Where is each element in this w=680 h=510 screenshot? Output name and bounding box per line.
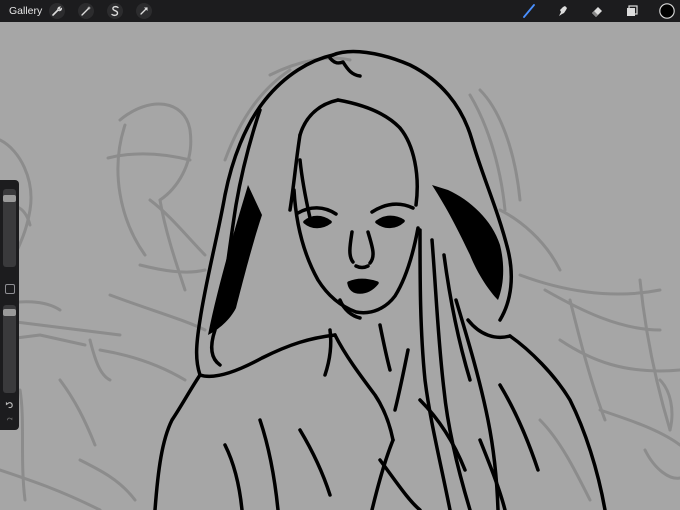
wrench-icon [52, 6, 63, 16]
layers-button[interactable] [624, 3, 640, 19]
sketch-layer [0, 56, 680, 510]
selection-button[interactable] [107, 3, 123, 19]
redo-button[interactable] [3, 414, 16, 424]
left-sidebar [0, 180, 19, 430]
adjustments-button[interactable] [78, 3, 94, 19]
gallery-button[interactable]: Gallery [9, 3, 42, 19]
color-swatch-icon [659, 3, 675, 19]
eraser-icon [592, 7, 602, 17]
smudge-tool-button[interactable] [555, 3, 571, 19]
opacity-slider[interactable] [3, 305, 16, 393]
drawing-canvas[interactable] [0, 22, 680, 510]
modify-button[interactable] [5, 284, 15, 294]
artwork [0, 49, 680, 510]
top-toolbar: Gallery [0, 0, 680, 22]
redo-icon [6, 416, 13, 420]
brush-size-slider[interactable] [3, 189, 16, 267]
arrow-cursor-icon [140, 7, 148, 15]
selection-s-icon [111, 5, 119, 17]
actions-button[interactable] [49, 3, 65, 19]
brush-icon [523, 4, 535, 18]
undo-icon [5, 401, 13, 408]
color-button[interactable] [659, 3, 675, 19]
opacity-thumb[interactable] [3, 309, 16, 316]
undo-button[interactable] [3, 398, 16, 410]
magic-wand-icon [81, 6, 91, 16]
eraser-tool-button[interactable] [589, 3, 605, 19]
smudge-finger-icon [559, 6, 567, 16]
brush-size-thumb[interactable] [3, 195, 16, 202]
transform-button[interactable] [136, 3, 152, 19]
brush-tool-button[interactable] [521, 3, 537, 19]
layers-icon [627, 5, 638, 16]
